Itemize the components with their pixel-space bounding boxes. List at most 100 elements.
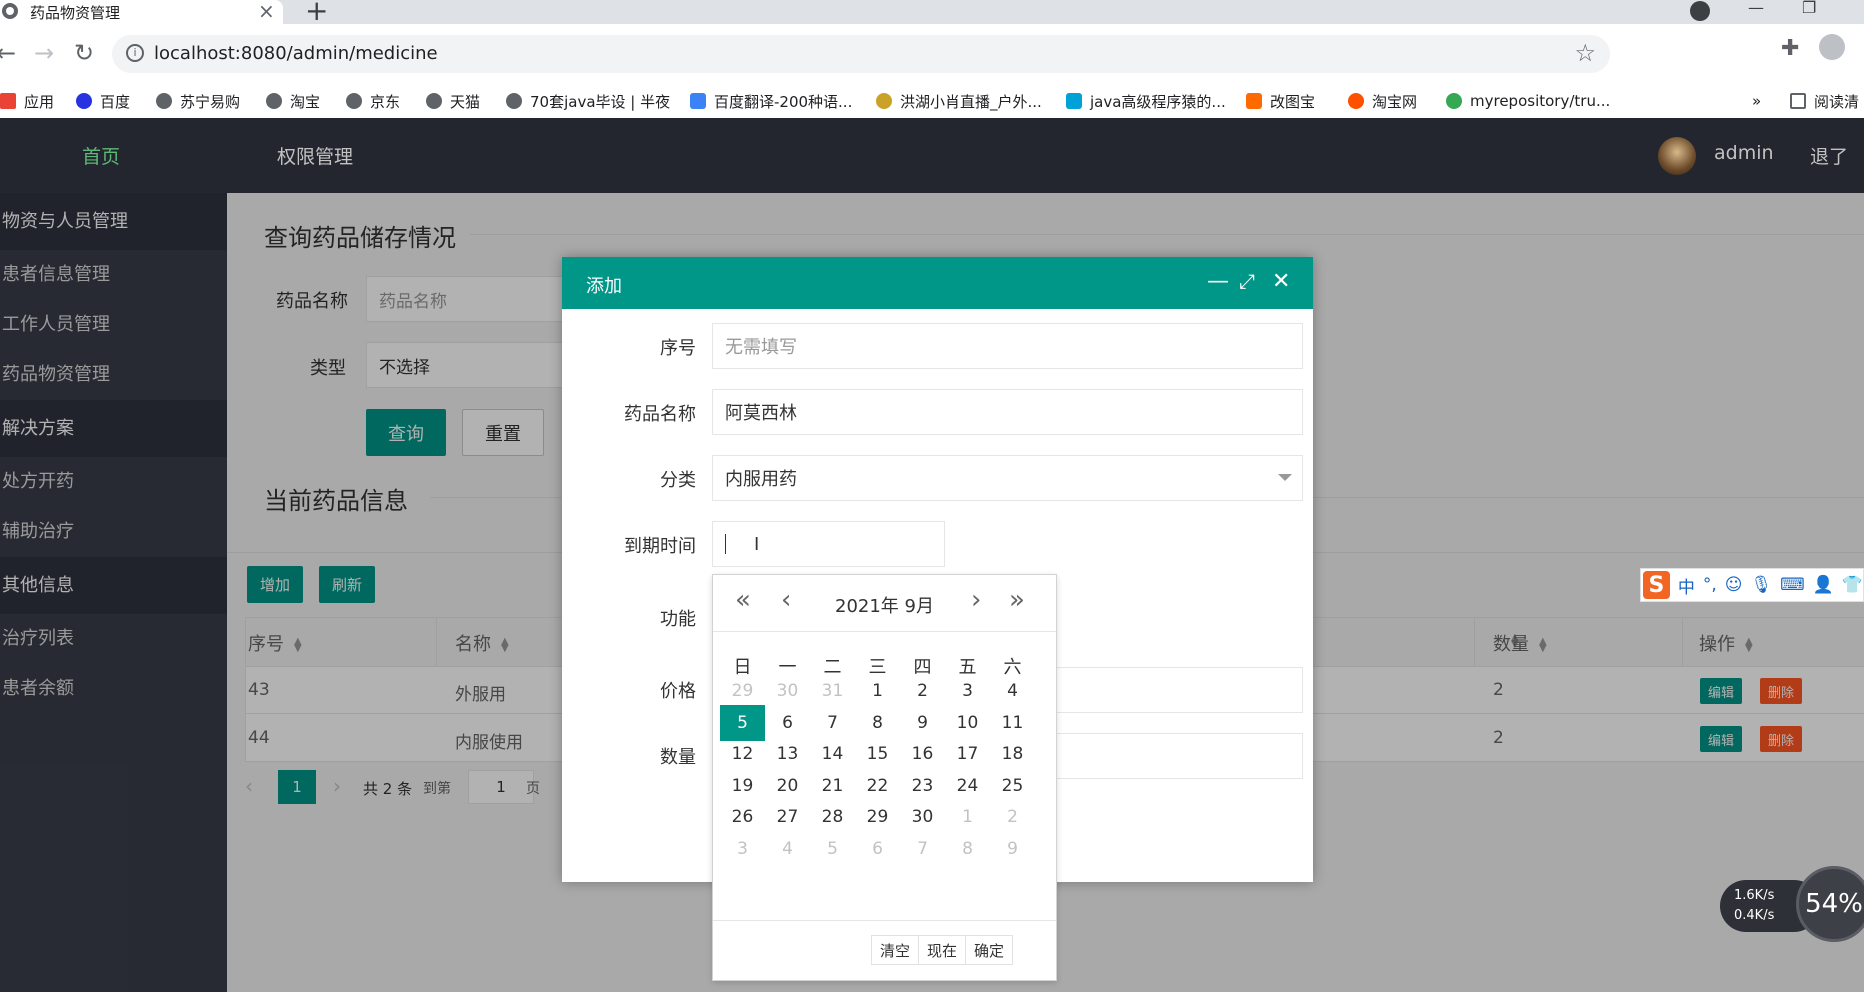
translate-icon (690, 93, 706, 109)
chrome-icon (1446, 93, 1462, 109)
upload-speed: 1.6K/s (1734, 888, 1775, 903)
microphone-icon[interactable]: 🎙 (1751, 575, 1773, 595)
bilibili-icon (1066, 93, 1082, 109)
text-cursor (725, 534, 726, 554)
date-picker-header: « ‹ 2021年 9月 › » (713, 575, 1056, 632)
tab-search-icon[interactable] (1690, 1, 1710, 21)
forward-icon[interactable]: → (34, 39, 54, 67)
name-label: 药品名称 (624, 404, 696, 425)
dialog-title: 添加 (586, 276, 622, 297)
bookmark-suning[interactable]: 苏宁易购 (156, 90, 240, 112)
expiry-input[interactable]: I (712, 521, 945, 567)
back-icon[interactable]: ← (0, 39, 16, 67)
apps-grid-icon (0, 93, 16, 109)
network-speed-widget[interactable]: 1.6K/s 0.4K/s 54% (1720, 866, 1864, 942)
minimize-icon[interactable]: — (1748, 0, 1764, 17)
minimize-icon[interactable]: — (1207, 269, 1229, 294)
dialog-header[interactable]: 添加 — ⤢ ✕ (562, 257, 1313, 309)
taobao-icon (1348, 93, 1364, 109)
bookmark-live[interactable]: 洪湖小肖直播_户外... (876, 90, 1042, 112)
baidu-icon (76, 93, 92, 109)
globe-icon (156, 93, 172, 109)
ime-language[interactable]: 中 (1678, 573, 1695, 598)
chevron-down-icon (1278, 474, 1292, 481)
date-picker-footer: 清空 现在 确定 (713, 920, 1056, 981)
clear-button[interactable]: 清空 (871, 935, 919, 965)
sogou-logo-icon: S (1643, 571, 1670, 599)
expiry-label: 到期时间 (624, 536, 696, 557)
bookmark-taobao-net[interactable]: 淘宝网 (1348, 90, 1417, 112)
punctuation-icon[interactable]: °, (1703, 575, 1717, 595)
globe-icon (506, 93, 522, 109)
date-cell[interactable]: 4 (765, 831, 810, 867)
info-icon[interactable]: i (126, 44, 144, 62)
date-cell[interactable]: 9 (990, 831, 1035, 867)
user-icon[interactable]: 👤 (1813, 575, 1834, 595)
reading-list-icon (1790, 93, 1806, 109)
bookmark-baidu-translate[interactable]: 百度翻译-200种语... (690, 90, 852, 112)
emoji-icon[interactable]: ☺ (1725, 575, 1743, 595)
bookmark-jd[interactable]: 京东 (346, 90, 400, 112)
user-avatar[interactable] (1658, 137, 1696, 175)
price-label: 价格 (660, 681, 696, 702)
url-text[interactable]: localhost:8080/admin/medicine (154, 43, 438, 64)
reading-list[interactable]: 阅读清 (1790, 90, 1859, 112)
maximize-icon[interactable]: ⤢ (1239, 269, 1255, 293)
date-cell[interactable]: 8 (945, 831, 990, 867)
profile-avatar-icon[interactable] (1819, 34, 1845, 60)
gaitubao-icon (1246, 93, 1262, 109)
close-tab-icon[interactable]: × (258, 0, 275, 23)
tab-title: 药品物资管理 (30, 4, 121, 22)
category-select[interactable]: 内服用药 (712, 455, 1303, 501)
now-button[interactable]: 现在 (918, 935, 966, 965)
id-input[interactable]: 无需填写 (712, 323, 1303, 369)
qty-label: 数量 (660, 747, 696, 768)
next-year-icon[interactable]: » (1009, 585, 1025, 615)
close-icon[interactable]: ✕ (1272, 269, 1290, 294)
restore-icon[interactable]: ❐ (1802, 0, 1816, 17)
year-month-label[interactable]: 2021年 9月 (713, 592, 1056, 618)
app-header: 首页 权限管理 admin 退了 (0, 118, 1864, 193)
reload-icon[interactable]: ↻ (74, 39, 94, 67)
bookmarks-bar: 应用 百度 苏宁易购 淘宝 京东 天猫 70套java毕设 | 半夜 百度翻译-… (0, 84, 1864, 119)
logout-link[interactable]: 退了 (1810, 142, 1848, 169)
date-cell[interactable]: 3 (720, 831, 765, 867)
username[interactable]: admin (1714, 142, 1774, 164)
new-tab-icon[interactable]: + (305, 0, 328, 27)
ime-toolbar[interactable]: S 中 °, ☺ 🎙 ⌨ 👤 👕 (1640, 568, 1864, 602)
bookmark-tmall[interactable]: 天猫 (426, 90, 480, 112)
date-picker: « ‹ 2021年 9月 › » 日一二三四五六 29 30 31 1 2 3 4 5 6 7 8 9 1… (712, 574, 1057, 981)
confirm-button[interactable]: 确定 (965, 935, 1013, 965)
bookmark-bilibili[interactable]: java高级程序猿的... (1066, 90, 1226, 112)
id-label: 序号 (660, 338, 696, 359)
globe-icon (346, 93, 362, 109)
keyboard-icon[interactable]: ⌨ (1780, 575, 1805, 595)
address-bar-row: ← → ↻ i localhost:8080/admin/medicine ☆ … (0, 24, 1864, 84)
function-label: 功能 (660, 609, 696, 630)
date-cell[interactable]: 6 (855, 831, 900, 867)
extensions-icon[interactable]: ✚ (1781, 36, 1799, 61)
bookmark-taobao[interactable]: 淘宝 (266, 90, 320, 112)
nav-permissions[interactable]: 权限管理 (277, 142, 353, 169)
name-input[interactable]: 阿莫西林 (712, 389, 1303, 435)
browser-tab[interactable]: 药品物资管理 × (0, 0, 283, 24)
more-bookmarks-icon[interactable]: » (1752, 90, 1761, 112)
next-month-icon[interactable]: › (971, 585, 981, 615)
bookmark-baidu[interactable]: 百度 (76, 90, 130, 112)
skin-icon[interactable]: 👕 (1842, 575, 1863, 595)
omnibox[interactable]: i localhost:8080/admin/medicine ☆ (112, 35, 1610, 73)
bookmark-java-projects[interactable]: 70套java毕设 | 半夜 (506, 90, 670, 112)
bookmark-github[interactable]: myrepository/tru... (1446, 90, 1610, 112)
bird-icon (876, 93, 892, 109)
memory-usage: 54% (1796, 866, 1864, 942)
bookmark-gaitubao[interactable]: 改图宝 (1246, 90, 1315, 112)
date-cell[interactable]: 5 (810, 831, 855, 867)
category-label: 分类 (660, 470, 696, 491)
bookmark-apps[interactable]: 应用 (0, 90, 54, 112)
browser-tab-bar: 药品物资管理 × + — ❐ (0, 0, 1864, 27)
download-speed: 0.4K/s (1734, 908, 1775, 923)
bookmark-star-icon[interactable]: ☆ (1574, 39, 1596, 67)
nav-home[interactable]: 首页 (82, 142, 120, 169)
date-cell[interactable]: 7 (900, 831, 945, 867)
globe-icon (426, 93, 442, 109)
